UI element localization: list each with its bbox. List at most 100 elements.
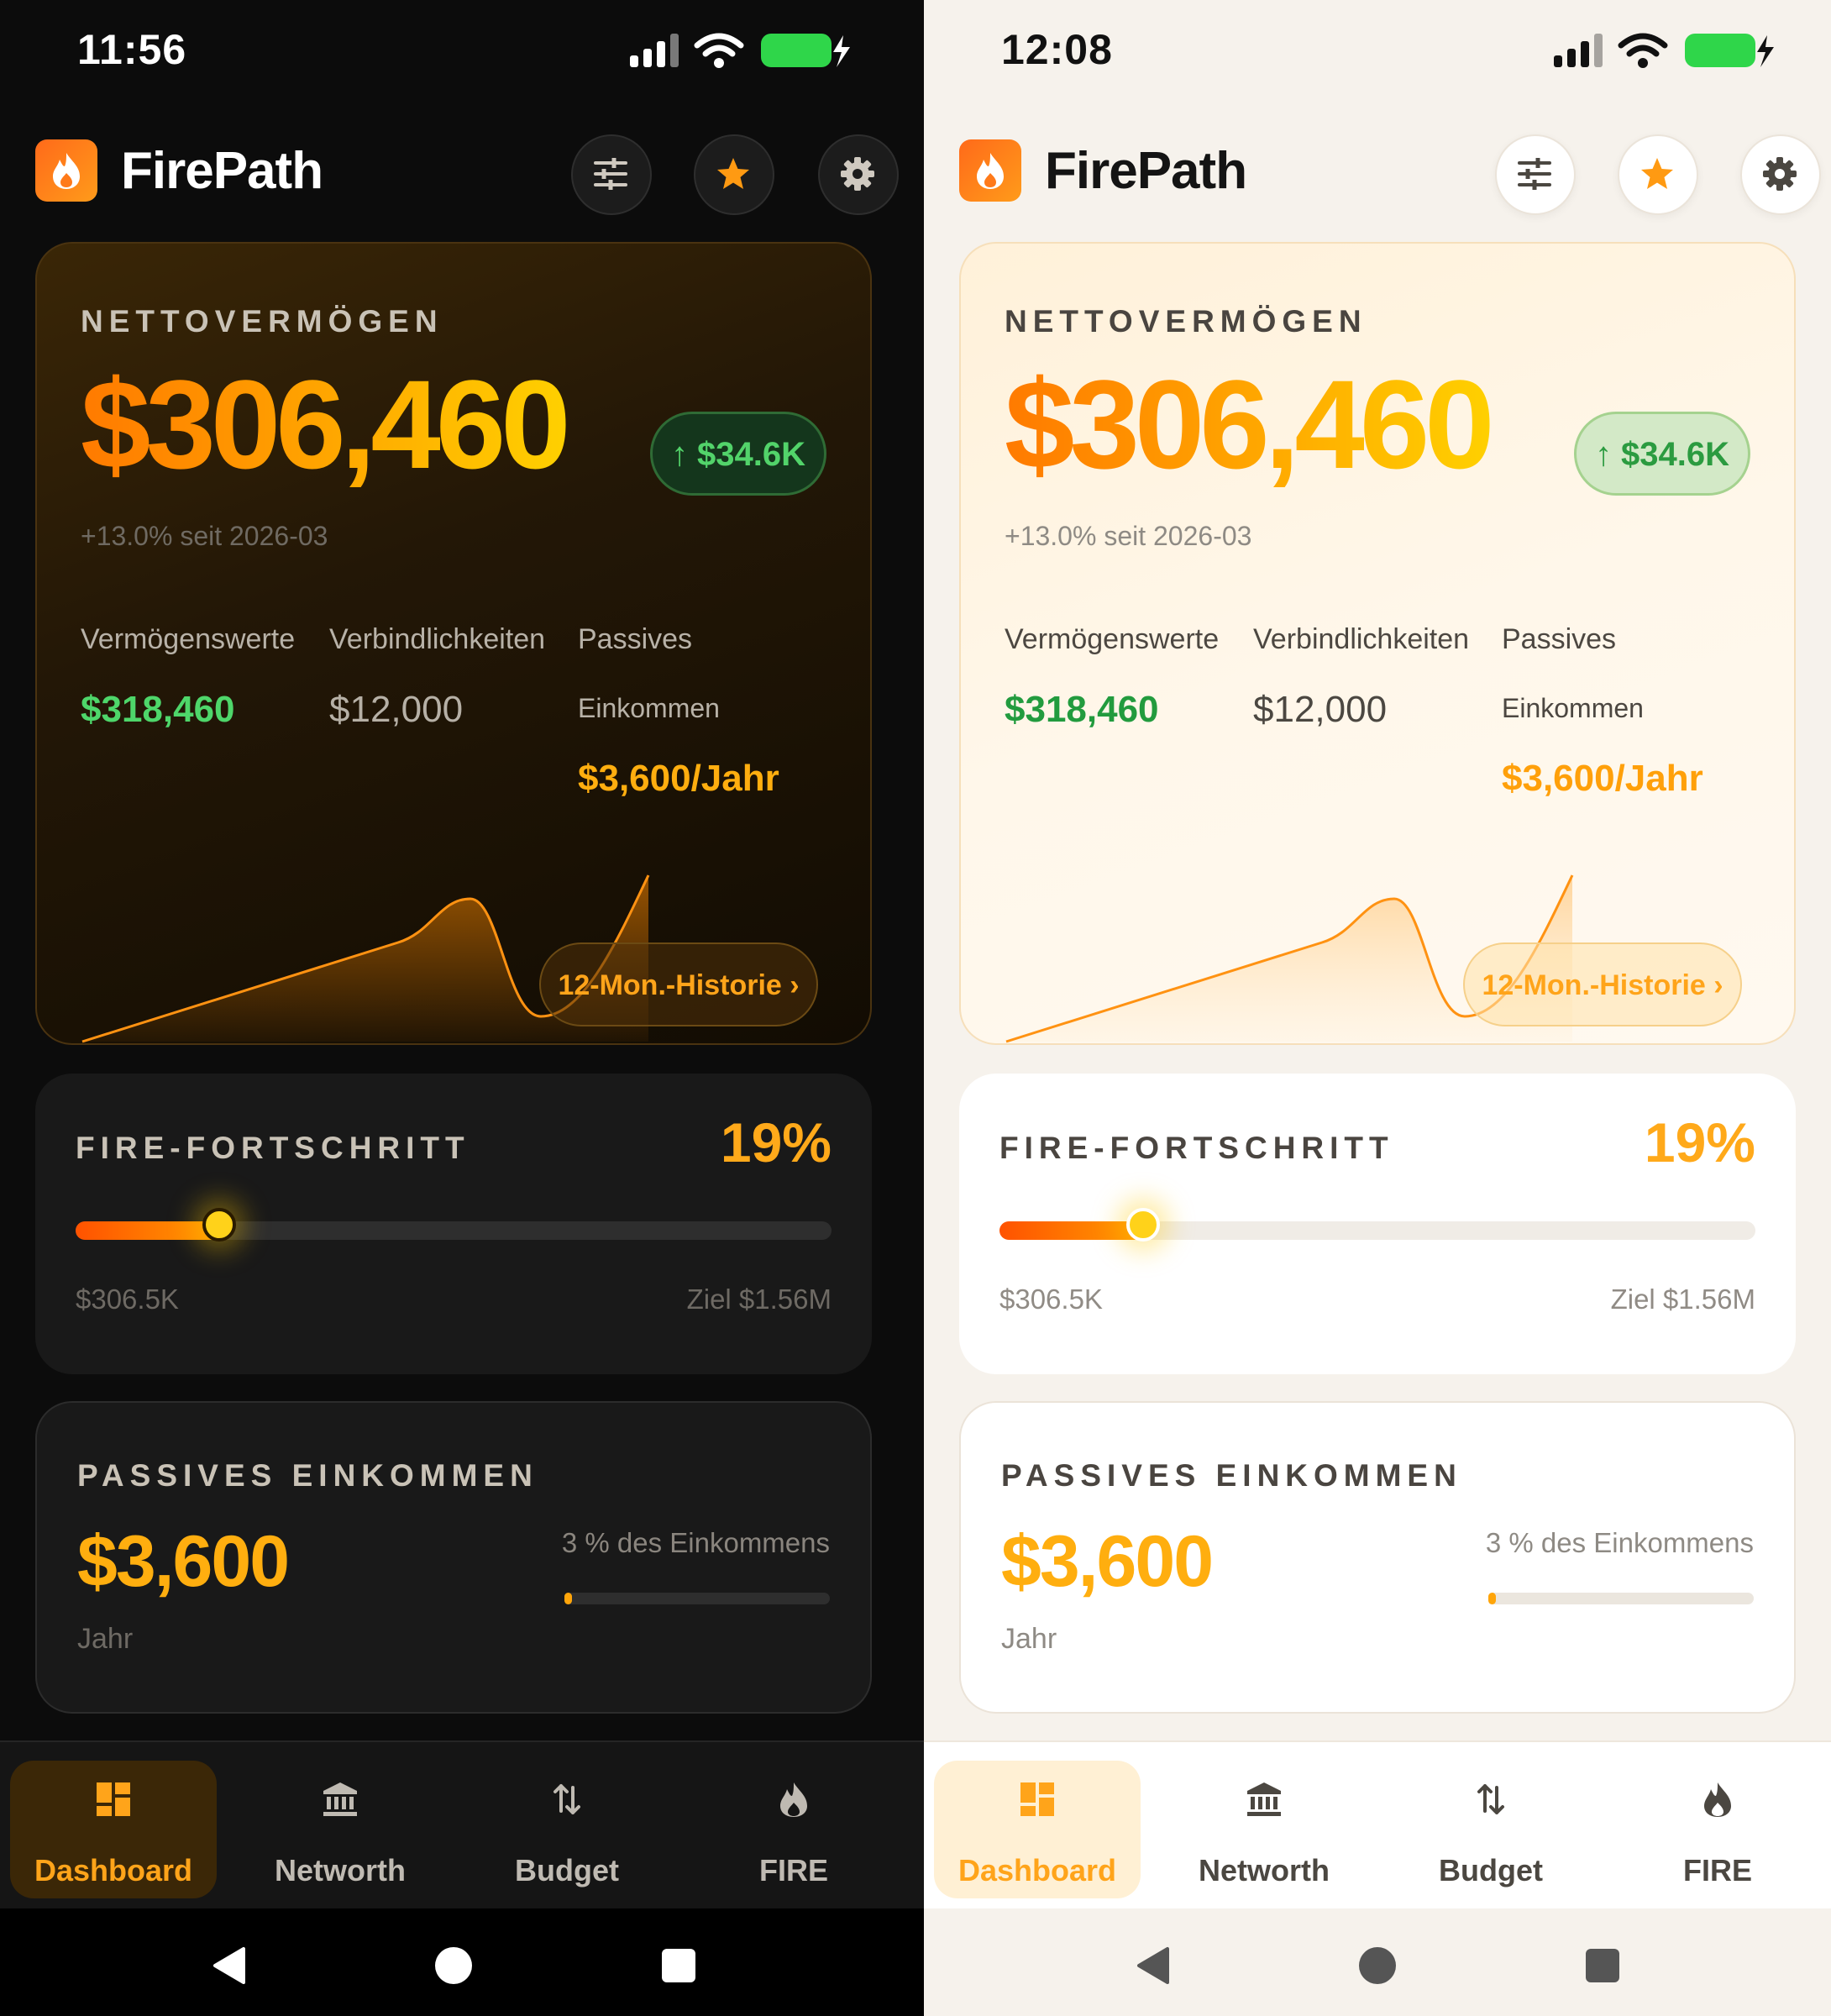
back-icon[interactable] xyxy=(210,1945,247,1986)
app-logo xyxy=(959,139,1021,202)
settings-button[interactable] xyxy=(818,134,899,215)
flame-logo-icon xyxy=(53,153,80,189)
battery-charging-icon xyxy=(761,34,850,67)
flame-icon xyxy=(1704,1782,1731,1817)
passive-income-amount: $3,600 xyxy=(1001,1521,1214,1602)
tab-label: Networth xyxy=(275,1853,406,1887)
passive-label-line2: Einkommen xyxy=(1502,693,1644,723)
signal-icon xyxy=(1554,34,1603,67)
tab-budget[interactable]: Budget xyxy=(464,1761,670,1898)
tab-networth[interactable]: Networth xyxy=(237,1761,443,1898)
settings-button[interactable] xyxy=(1740,134,1821,215)
tab-label: Budget xyxy=(515,1853,619,1887)
passive-label-line1: Passives xyxy=(578,623,693,655)
fire-progress-card: FIRE-FORTSCHRITT 19% $306.5K Ziel $1.56M xyxy=(959,1074,1796,1374)
app-header: FirePath xyxy=(959,134,1821,215)
bottom-nav: Dashboard Networth Budget FIRE xyxy=(0,1740,924,1910)
bottom-nav: Dashboard Networth Budget FIRE xyxy=(924,1740,1831,1910)
assets-value: $318,460 xyxy=(81,689,235,730)
sliders-icon xyxy=(594,158,627,190)
status-time: 11:56 xyxy=(77,26,187,73)
recents-icon[interactable] xyxy=(1584,1947,1621,1984)
signal-icon xyxy=(630,34,679,67)
passive-income-card: PASSIVES EINKOMMEN $3,600 3 % des Einkom… xyxy=(959,1401,1796,1714)
sliders-icon xyxy=(1518,158,1551,190)
since-text: +13.0% seit 2026-03 xyxy=(81,521,328,551)
star-icon xyxy=(717,158,749,189)
passive-income-value: $3,600/Jahr xyxy=(578,758,779,799)
fire-current: $306.5K xyxy=(76,1284,179,1315)
change-badge: ↑ $34.6K xyxy=(650,412,826,496)
app-header: FirePath xyxy=(35,134,899,215)
net-worth-label: NETTOVERMÖGEN xyxy=(81,304,443,339)
since-text: +13.0% seit 2026-03 xyxy=(1005,521,1252,551)
tab-fire[interactable]: FIRE xyxy=(1614,1761,1821,1898)
transfer-arrows-icon xyxy=(1477,1784,1504,1814)
passive-label-line1: Passives xyxy=(1502,623,1617,655)
net-worth-value: $306,460 xyxy=(81,354,571,495)
app-title: FirePath xyxy=(121,142,323,200)
transfer-arrows-icon xyxy=(553,1784,580,1814)
tab-label: Dashboard xyxy=(957,1853,1117,1887)
assets-value: $318,460 xyxy=(1005,689,1159,730)
flame-logo-icon xyxy=(977,153,1004,189)
net-worth-card: NETTOVERMÖGEN $306,460 ↑ $34.6K +13.0% s… xyxy=(35,242,872,1045)
tab-label: FIRE xyxy=(758,1853,828,1887)
history-button[interactable]: 12-Mon.-Historie › xyxy=(539,942,818,1026)
liabilities-value: $12,000 xyxy=(1253,689,1388,730)
system-nav-bar xyxy=(0,1908,924,2016)
recents-icon[interactable] xyxy=(660,1947,697,1984)
liabilities-label: Verbindlichkeiten xyxy=(329,623,546,655)
income-share-fill xyxy=(1488,1593,1497,1604)
tab-dashboard[interactable]: Dashboard xyxy=(10,1761,217,1898)
fire-progress-fill xyxy=(999,1221,1143,1240)
liabilities-value: $12,000 xyxy=(329,689,464,730)
filter-button[interactable] xyxy=(571,134,652,215)
tab-dashboard[interactable]: Dashboard xyxy=(934,1761,1141,1898)
home-icon[interactable] xyxy=(1357,1945,1398,1986)
fire-progress-track xyxy=(76,1208,832,1242)
assets-label: Vermögenswerte xyxy=(81,623,296,655)
history-button[interactable]: 12-Mon.-Historie › xyxy=(1463,942,1742,1026)
passive-income-card: PASSIVES EINKOMMEN $3,600 3 % des Einkom… xyxy=(35,1401,872,1714)
liabilities-label: Verbindlichkeiten xyxy=(1253,623,1470,655)
passive-income-label: PASSIVES EINKOMMEN xyxy=(1001,1458,1462,1493)
tab-label: Dashboard xyxy=(34,1853,193,1887)
status-time: 12:08 xyxy=(1001,26,1113,73)
assets-label: Vermögenswerte xyxy=(1005,623,1220,655)
income-share-text: 3 % des Einkommens xyxy=(1485,1527,1754,1558)
fire-progress-track xyxy=(999,1208,1755,1242)
fire-percent: 19% xyxy=(720,1111,832,1173)
income-share-track xyxy=(1488,1593,1754,1604)
fire-progress-knob xyxy=(1126,1208,1160,1242)
fire-progress-fill xyxy=(76,1221,219,1240)
fire-progress-knob xyxy=(202,1208,236,1242)
fire-target: Ziel $1.56M xyxy=(686,1284,832,1315)
favorites-button[interactable] xyxy=(694,134,774,215)
status-bar: 12:08 xyxy=(924,0,1831,101)
dashboard-icon xyxy=(1020,1782,1054,1816)
fire-target: Ziel $1.56M xyxy=(1610,1284,1755,1315)
system-nav-bar xyxy=(924,1908,1831,2016)
wifi-icon xyxy=(694,33,744,68)
star-icon xyxy=(1641,158,1673,189)
tab-budget[interactable]: Budget xyxy=(1388,1761,1594,1898)
screen-dark: 11:56 FirePath NETTOVERMÖGEN $306,460 ↑ … xyxy=(0,0,924,2016)
app-title: FirePath xyxy=(1045,142,1247,200)
home-icon[interactable] xyxy=(433,1945,474,1986)
income-share-text: 3 % des Einkommens xyxy=(561,1527,830,1558)
favorites-button[interactable] xyxy=(1618,134,1698,215)
fire-progress-label: FIRE-FORTSCHRITT xyxy=(999,1131,1394,1165)
tab-networth[interactable]: Networth xyxy=(1161,1761,1367,1898)
passive-income-period: Jahr xyxy=(1001,1623,1057,1655)
tab-fire[interactable]: FIRE xyxy=(690,1761,897,1898)
change-badge: ↑ $34.6K xyxy=(1574,412,1750,496)
net-worth-card: NETTOVERMÖGEN $306,460 ↑ $34.6K +13.0% s… xyxy=(959,242,1796,1045)
fire-percent: 19% xyxy=(1644,1111,1755,1173)
fire-current: $306.5K xyxy=(999,1284,1103,1315)
passive-income-value: $3,600/Jahr xyxy=(1502,758,1703,799)
back-icon[interactable] xyxy=(1134,1945,1171,1986)
passive-income-label: PASSIVES EINKOMMEN xyxy=(77,1458,538,1493)
filter-button[interactable] xyxy=(1495,134,1576,215)
gear-icon xyxy=(1763,157,1797,191)
